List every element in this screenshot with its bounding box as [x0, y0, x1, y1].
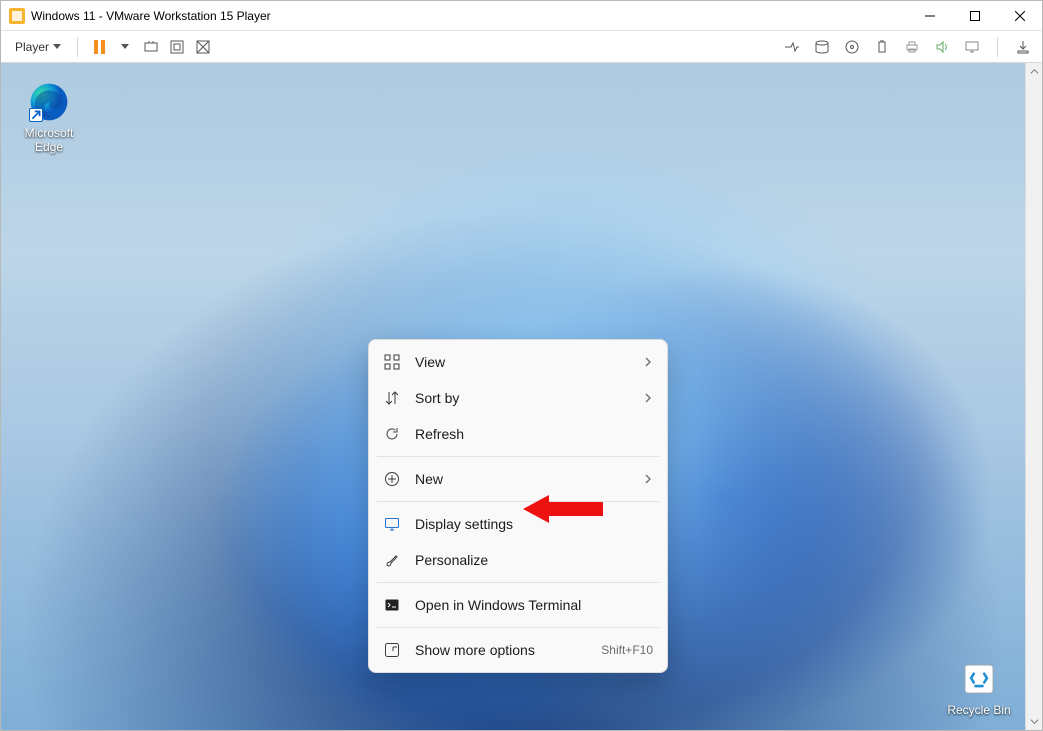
- desktop-icon-recycle-bin[interactable]: Recycle Bin: [941, 658, 1017, 718]
- player-menu-label: Player: [15, 40, 49, 54]
- install-tools-button[interactable]: [1012, 36, 1034, 58]
- pause-icon: [94, 40, 105, 54]
- fullscreen-button[interactable]: [166, 36, 188, 58]
- chevron-right-icon: [643, 354, 653, 370]
- ctx-separator: [377, 501, 659, 502]
- maximize-button[interactable]: [952, 1, 997, 30]
- recycle-bin-icon: [958, 658, 1000, 700]
- toolbar-separator: [77, 37, 78, 57]
- ctx-item-refresh[interactable]: Refresh: [373, 416, 663, 452]
- ctx-item-shortcut: Shift+F10: [601, 643, 653, 657]
- ctx-item-label: Show more options: [415, 642, 587, 658]
- vmware-toolbar: Player: [1, 31, 1042, 63]
- ctx-item-label: Display settings: [415, 516, 653, 532]
- hard-disk-icon[interactable]: [811, 36, 833, 58]
- plus-circle-icon: [383, 470, 401, 488]
- desktop-icon-label: Microsoft Edge: [11, 127, 87, 155]
- vertical-scrollbar[interactable]: [1025, 63, 1042, 730]
- desktop-icon-label: Recycle Bin: [941, 704, 1017, 718]
- network-adapter-icon[interactable]: [781, 36, 803, 58]
- chevron-right-icon: [643, 390, 653, 406]
- ctx-separator: [377, 582, 659, 583]
- scroll-down-button[interactable]: [1026, 713, 1043, 730]
- printer-icon[interactable]: [901, 36, 923, 58]
- chevron-down-icon: [121, 44, 129, 49]
- ctx-separator: [377, 627, 659, 628]
- ctx-item-show-more-options[interactable]: Show more options Shift+F10: [373, 632, 663, 668]
- display-icon[interactable]: [961, 36, 983, 58]
- player-menu[interactable]: Player: [9, 36, 67, 58]
- refresh-icon: [383, 425, 401, 443]
- vmware-titlebar[interactable]: Windows 11 - VMware Workstation 15 Playe…: [1, 1, 1042, 31]
- ctx-item-label: Open in Windows Terminal: [415, 597, 653, 613]
- ctx-item-sort-by[interactable]: Sort by: [373, 380, 663, 416]
- sound-card-icon[interactable]: [931, 36, 953, 58]
- vmware-app-icon: [9, 8, 25, 24]
- vmware-window-title: Windows 11 - VMware Workstation 15 Playe…: [31, 9, 271, 23]
- ctx-item-label: Refresh: [415, 426, 653, 442]
- power-options-dropdown[interactable]: [114, 36, 136, 58]
- terminal-icon: [383, 596, 401, 614]
- ctx-item-display-settings[interactable]: Display settings: [373, 506, 663, 542]
- chevron-down-icon: [53, 44, 61, 49]
- scroll-up-button[interactable]: [1026, 63, 1043, 80]
- chevron-right-icon: [643, 471, 653, 487]
- usb-device-icon[interactable]: [871, 36, 893, 58]
- vmware-window: Windows 11 - VMware Workstation 15 Playe…: [0, 0, 1043, 731]
- vmware-client-area: Microsoft Edge Recycle Bin: [1, 63, 1042, 730]
- ctx-item-open-terminal[interactable]: Open in Windows Terminal: [373, 587, 663, 623]
- display-settings-icon: [383, 515, 401, 533]
- ctx-item-label: Personalize: [415, 552, 653, 568]
- windows-desktop[interactable]: Microsoft Edge Recycle Bin: [1, 63, 1025, 730]
- desktop-icon-edge[interactable]: Microsoft Edge: [11, 81, 87, 155]
- ctx-item-view[interactable]: View: [373, 344, 663, 380]
- ctx-item-personalize[interactable]: Personalize: [373, 542, 663, 578]
- unity-mode-button[interactable]: [192, 36, 214, 58]
- ctx-item-label: View: [415, 354, 629, 370]
- pause-vm-button[interactable]: [88, 36, 110, 58]
- paintbrush-icon: [383, 551, 401, 569]
- shortcut-overlay-icon: [29, 108, 43, 122]
- send-ctrl-alt-del-button[interactable]: [140, 36, 162, 58]
- grid-icon: [383, 353, 401, 371]
- desktop-context-menu: View Sort by: [368, 339, 668, 673]
- ctx-separator: [377, 456, 659, 457]
- ctx-item-label: New: [415, 471, 629, 487]
- ctx-item-label: Sort by: [415, 390, 629, 406]
- cd-dvd-icon[interactable]: [841, 36, 863, 58]
- more-options-icon: [383, 641, 401, 659]
- sort-icon: [383, 389, 401, 407]
- edge-icon: [28, 81, 70, 123]
- minimize-button[interactable]: [907, 1, 952, 30]
- toolbar-separator: [997, 37, 998, 57]
- ctx-item-new[interactable]: New: [373, 461, 663, 497]
- close-button[interactable]: [997, 1, 1042, 30]
